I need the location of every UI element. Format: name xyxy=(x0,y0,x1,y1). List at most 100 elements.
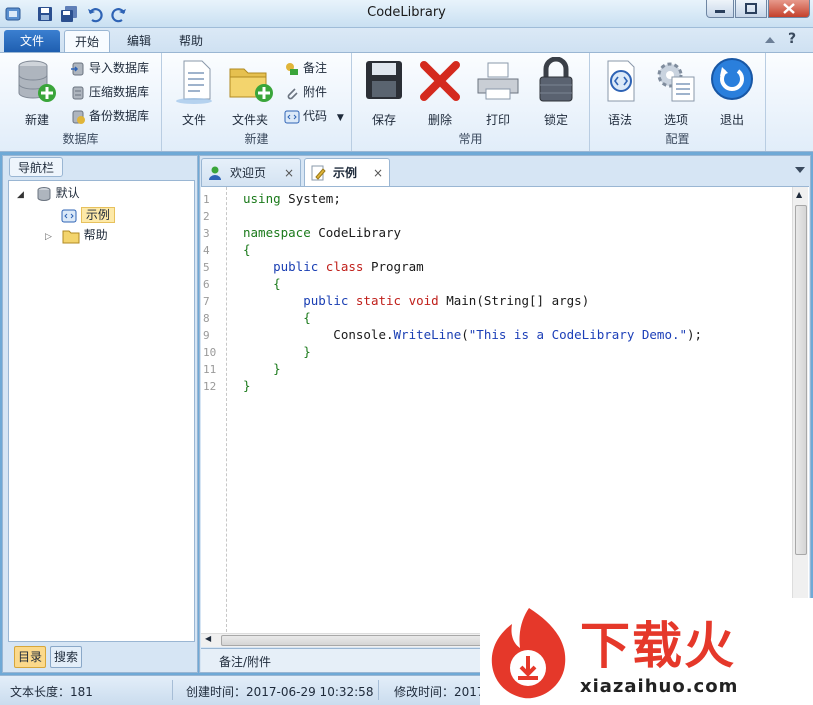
nav-tree: ◢ 默认 示例 ▷ 帮助 xyxy=(8,180,195,642)
maximize-button[interactable] xyxy=(735,0,767,18)
syntax-button[interactable]: 语法 xyxy=(594,57,646,127)
code-line: using System; xyxy=(243,191,341,206)
tree-node-example[interactable]: 示例 xyxy=(61,205,115,225)
note-icon xyxy=(286,62,298,75)
group-new: 文件 文件夹 备注 附件 代码 ▼ 新建 xyxy=(162,53,352,151)
line-number: 4 xyxy=(203,244,210,257)
print-button[interactable]: 打印 xyxy=(472,57,524,127)
status-text-length: 文本长度：181 xyxy=(10,685,93,699)
code-line: namespace CodeLibrary xyxy=(243,225,402,240)
expand-arrow-icon[interactable]: ◢ xyxy=(17,190,24,200)
group-common-label: 常用 xyxy=(458,132,483,146)
vertical-scroll-thumb[interactable] xyxy=(795,205,807,555)
delete-x-icon xyxy=(420,61,460,101)
code-line: } xyxy=(273,361,281,376)
code-label: 代码 xyxy=(303,109,328,123)
line-number: 5 xyxy=(203,261,210,274)
lock-button[interactable]: 锁定 xyxy=(530,57,582,127)
import-db-icon xyxy=(71,62,84,75)
watermark-domain: xiazaihuo.com xyxy=(580,676,739,697)
doc-tab-welcome-close-button[interactable]: × xyxy=(284,159,294,187)
database-node-icon xyxy=(37,186,51,201)
attachment-button[interactable]: 附件 xyxy=(284,81,327,103)
watermark-brand: 下载火 xyxy=(580,617,736,675)
save-button[interactable]: 保存 xyxy=(358,57,410,127)
file-icon xyxy=(176,60,212,104)
title-bar: CodeLibrary xyxy=(0,0,813,28)
new-database-button[interactable]: 新建 xyxy=(11,57,63,127)
doc-tab-welcome[interactable]: 欢迎页 × xyxy=(201,158,301,186)
vertical-scrollbar[interactable]: ▲ ▼ xyxy=(792,187,808,632)
code-icon xyxy=(284,110,300,123)
nav-tab-search[interactable]: 搜索 xyxy=(50,646,83,668)
app-icon[interactable] xyxy=(4,5,22,23)
code-line: } xyxy=(243,378,251,393)
compress-db-icon xyxy=(72,86,84,99)
tree-node-help[interactable]: ▷ 帮助 xyxy=(45,225,108,245)
compress-database-button[interactable]: 压缩数据库 xyxy=(70,81,149,103)
tree-node-help-label: 帮助 xyxy=(83,228,108,242)
tab-start[interactable]: 开始 xyxy=(64,30,110,52)
line-number: 8 xyxy=(203,312,210,325)
doc-tab-example-close-button[interactable]: × xyxy=(373,159,383,187)
scroll-up-icon[interactable]: ▲ xyxy=(796,190,802,199)
code-line: } xyxy=(303,344,311,359)
folder-icon xyxy=(229,68,273,102)
note-button[interactable]: 备注 xyxy=(284,57,327,79)
tab-list-dropdown-icon[interactable] xyxy=(794,164,806,178)
doc-tab-example[interactable]: 示例 × xyxy=(304,158,390,186)
new-file-button[interactable]: 文件 xyxy=(168,57,220,127)
quick-save-all-icon[interactable] xyxy=(60,5,78,23)
new-folder-label: 文件夹 xyxy=(231,113,268,127)
paperclip-icon xyxy=(287,87,298,99)
import-database-button[interactable]: 导入数据库 xyxy=(70,57,149,79)
code-editor[interactable]: 1 2 3 4 5 6 7 8 9 10 11 12 using System; namespace … xyxy=(201,186,809,633)
help-icon[interactable]: ? xyxy=(788,31,796,47)
lock-icon xyxy=(539,57,573,102)
tab-help[interactable]: 帮助 xyxy=(168,30,214,52)
options-button[interactable]: 选项 xyxy=(650,57,702,127)
group-config: 语法 选项 退出 配置 xyxy=(590,53,766,151)
line-number: 12 xyxy=(203,380,217,393)
options-gear-icon xyxy=(657,62,695,102)
exit-button[interactable]: 退出 xyxy=(706,57,758,127)
code-line: public static void Main(String[] args) xyxy=(303,293,590,308)
undo-icon[interactable] xyxy=(86,5,104,23)
delete-button[interactable]: 删除 xyxy=(414,57,466,127)
lock-label: 锁定 xyxy=(543,113,568,127)
close-window-button[interactable] xyxy=(768,0,810,18)
nav-tab-directory[interactable]: 目录 xyxy=(14,646,47,668)
edit-document-icon xyxy=(311,165,326,181)
exit-label: 退出 xyxy=(719,113,744,127)
attachment-label: 附件 xyxy=(303,85,328,99)
tree-node-default[interactable]: ◢ 默认 xyxy=(17,183,80,203)
save-label: 保存 xyxy=(371,113,396,127)
database-icon xyxy=(18,60,56,102)
collapse-ribbon-icon[interactable] xyxy=(764,34,776,48)
code-dropdown-icon[interactable]: ▼ xyxy=(337,113,344,123)
redo-icon[interactable] xyxy=(110,5,128,23)
line-number-gutter: 1 2 3 4 5 6 7 8 9 10 11 12 xyxy=(201,187,227,632)
line-number: 11 xyxy=(203,363,217,376)
document-area: 欢迎页 × 示例 × 1 2 3 4 5 6 7 8 9 10 11 12 using System;… xyxy=(199,155,811,673)
minimize-button[interactable] xyxy=(706,0,734,18)
line-number: 3 xyxy=(203,227,210,240)
compress-database-label: 压缩数据库 xyxy=(89,85,150,99)
scroll-left-icon[interactable]: ◀ xyxy=(205,634,211,643)
quick-save-icon[interactable] xyxy=(36,5,54,23)
backup-database-button[interactable]: 备份数据库 xyxy=(70,105,149,127)
status-modified-time: 修改时间：2017 xyxy=(394,685,485,699)
status-created-time: 创建时间：2017-06-29 10:32:58 xyxy=(186,685,374,699)
syntax-icon xyxy=(607,60,635,102)
code-button[interactable]: 代码 ▼ xyxy=(284,105,344,127)
tab-edit[interactable]: 编辑 xyxy=(116,30,162,52)
group-config-label: 配置 xyxy=(665,132,690,146)
line-number: 1 xyxy=(203,193,210,206)
note-label: 备注 xyxy=(303,61,328,75)
new-folder-button[interactable]: 文件夹 xyxy=(224,57,276,127)
collapsed-arrow-icon[interactable]: ▷ xyxy=(45,232,52,242)
tab-file[interactable]: 文件 xyxy=(4,30,60,52)
nav-panel-title: 导航栏 xyxy=(9,157,64,177)
group-database: 新建 导入数据库 压缩数据库 备份数据库 数据库 xyxy=(0,53,162,151)
notes-attachments-label: 备注/附件 xyxy=(219,655,272,669)
